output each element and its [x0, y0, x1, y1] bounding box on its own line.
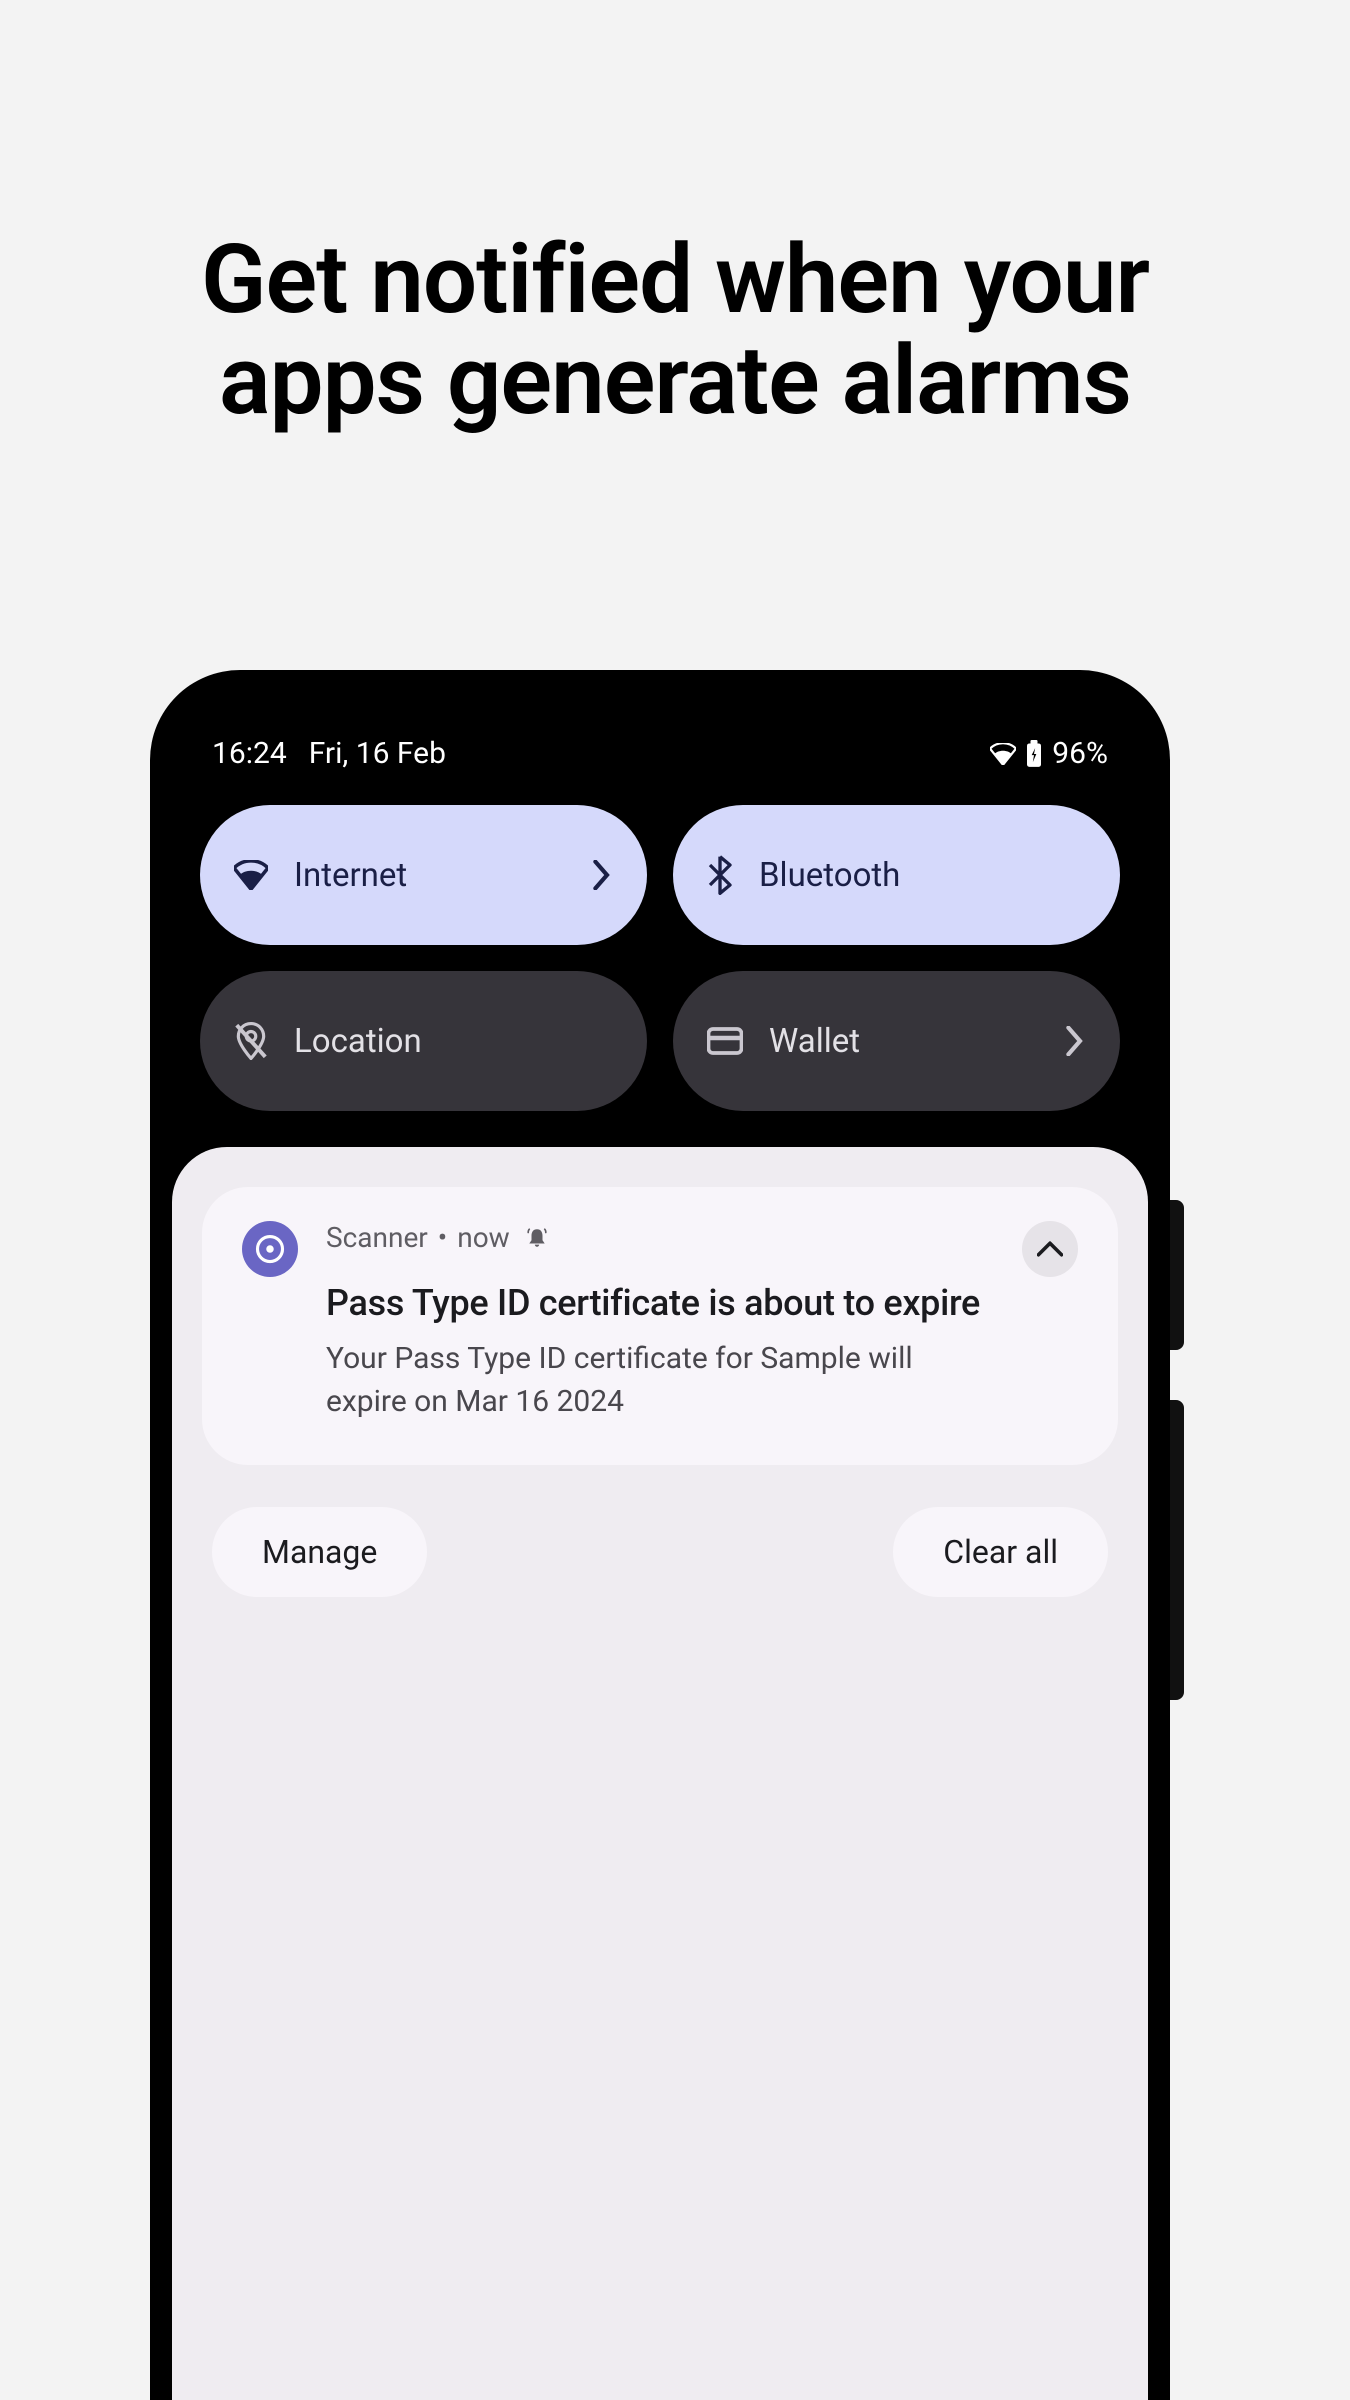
- status-left: 16:24 Fri, 16 Feb: [212, 736, 446, 771]
- notification-content: Scanner • now Pass Type ID certificate i…: [326, 1221, 994, 1423]
- status-bar: 16:24 Fri, 16 Feb 96%: [172, 710, 1148, 785]
- phone-side-button: [1170, 1200, 1184, 1350]
- manage-button[interactable]: Manage: [212, 1507, 427, 1597]
- chevron-up-icon: [1037, 1241, 1063, 1257]
- notification-body: Your Pass Type ID certificate for Sample…: [326, 1338, 994, 1423]
- chevron-right-icon: [1066, 1026, 1084, 1056]
- status-time: 16:24: [212, 736, 287, 771]
- wifi-icon: [234, 860, 268, 890]
- chevron-right-icon: [593, 860, 611, 890]
- collapse-notification-button[interactable]: [1022, 1221, 1078, 1277]
- notification-app-icon: [242, 1221, 298, 1277]
- promo-headline: Get notified when your apps generate ala…: [0, 230, 1350, 432]
- qs-wallet-label: Wallet: [769, 1022, 860, 1061]
- qs-internet-label: Internet: [294, 856, 407, 895]
- quick-settings-grid: Internet Bluetooth Location: [172, 785, 1148, 1147]
- notification-app-name: Scanner: [326, 1221, 428, 1254]
- clear-all-button[interactable]: Clear all: [893, 1507, 1108, 1597]
- status-date: Fri, 16 Feb: [309, 736, 446, 771]
- phone-screen: 16:24 Fri, 16 Feb 96%: [172, 710, 1148, 2400]
- qs-location-tile[interactable]: Location: [200, 971, 647, 1111]
- qs-bluetooth-label: Bluetooth: [759, 856, 900, 895]
- qs-wallet-tile[interactable]: Wallet: [673, 971, 1120, 1111]
- phone-volume-button: [1170, 1400, 1184, 1700]
- wallet-icon: [707, 1027, 743, 1055]
- phone-frame: 16:24 Fri, 16 Feb 96%: [150, 670, 1170, 2400]
- headline-line-2: apps generate alarms: [219, 325, 1131, 437]
- status-right: 96%: [990, 736, 1108, 771]
- notification-title: Pass Type ID certificate is about to exp…: [326, 1282, 994, 1324]
- location-off-icon: [234, 1022, 268, 1060]
- wifi-icon: [990, 743, 1016, 765]
- qs-internet-tile[interactable]: Internet: [200, 805, 647, 945]
- qs-bluetooth-tile[interactable]: Bluetooth: [673, 805, 1120, 945]
- bluetooth-icon: [707, 855, 733, 895]
- notification-shade: Scanner • now Pass Type ID certificate i…: [172, 1147, 1148, 2400]
- bell-ringing-icon: [526, 1227, 548, 1249]
- notification-actions-row: Manage Clear all: [202, 1465, 1118, 1597]
- separator-dot: •: [438, 1221, 447, 1254]
- qs-location-label: Location: [294, 1022, 422, 1061]
- notification-time: now: [457, 1221, 509, 1254]
- notification-header: Scanner • now: [326, 1221, 994, 1254]
- scanner-app-icon: [255, 1234, 285, 1264]
- battery-icon: [1024, 740, 1044, 768]
- headline-line-1: Get notified when your: [201, 224, 1149, 336]
- notification-card[interactable]: Scanner • now Pass Type ID certificate i…: [202, 1187, 1118, 1465]
- battery-percentage: 96%: [1052, 736, 1108, 771]
